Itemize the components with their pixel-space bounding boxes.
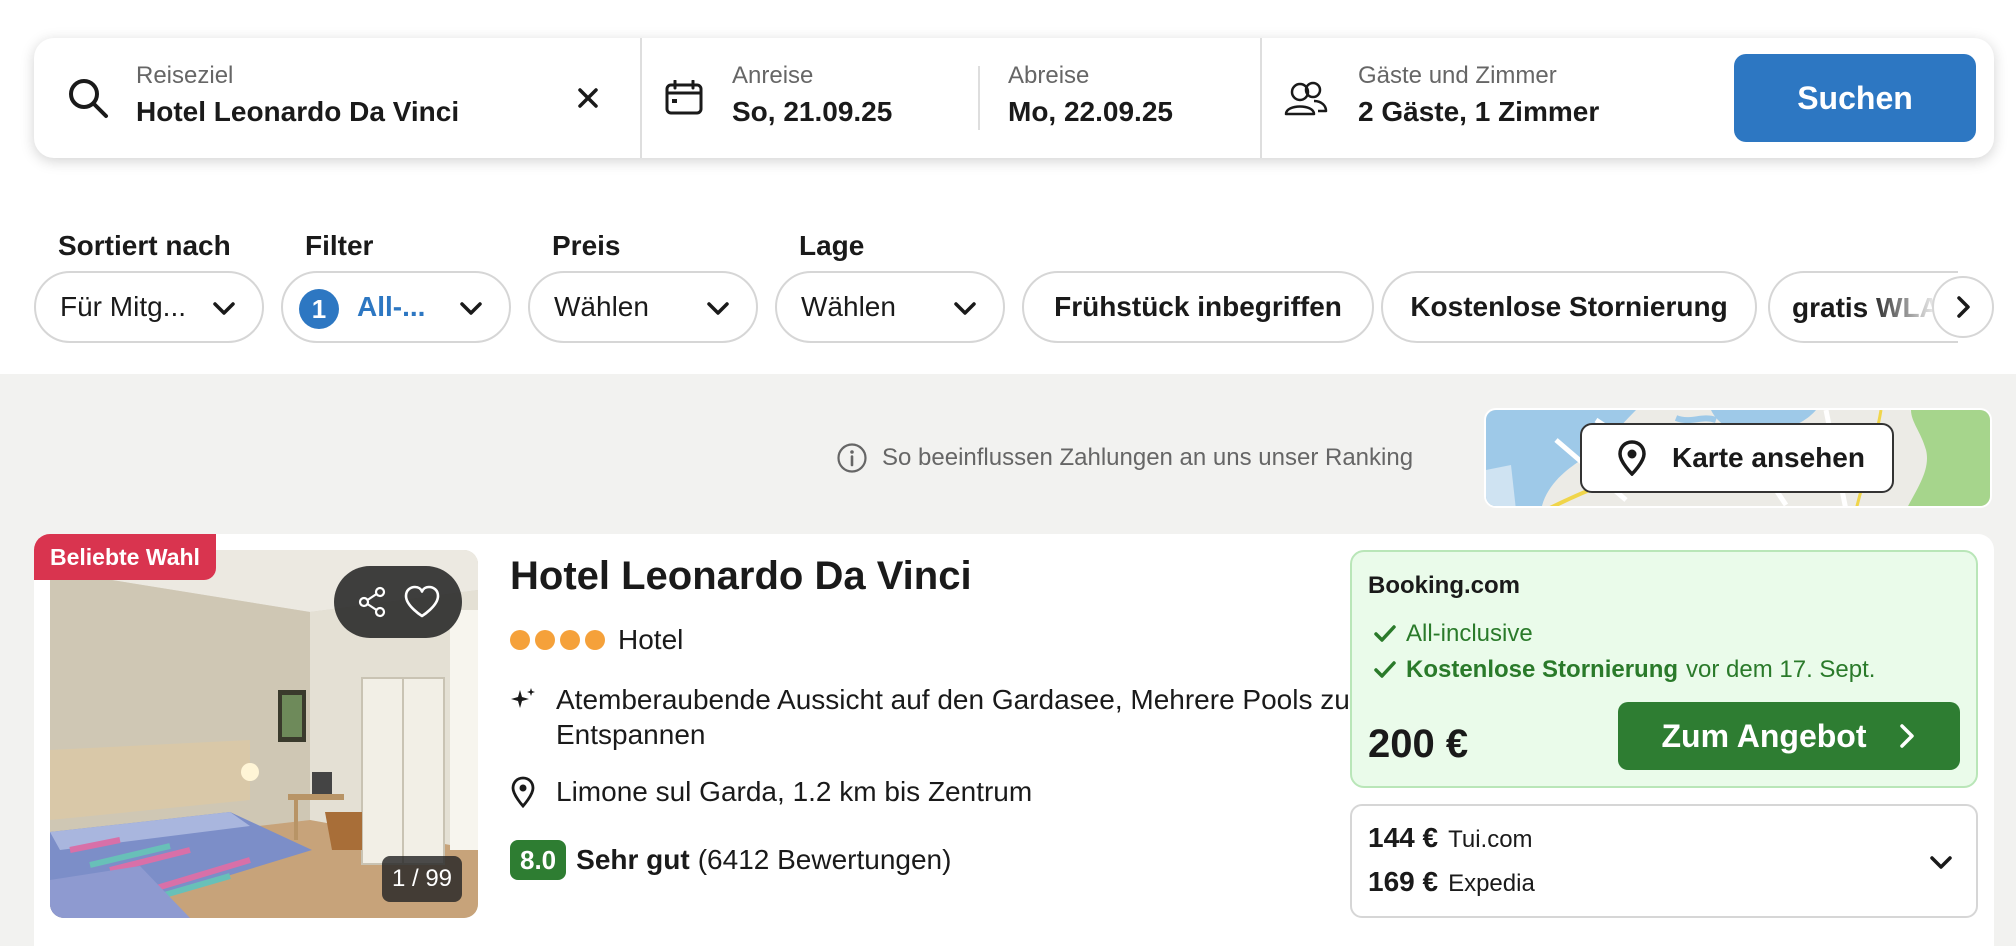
alternative-offer-row: 144 € Tui.com bbox=[1368, 822, 1533, 854]
alternative-price: 169 € bbox=[1368, 866, 1439, 897]
rating-count: (6412 Bewertungen) bbox=[697, 844, 952, 875]
chevron-down-icon bbox=[213, 302, 235, 315]
location-pin-icon bbox=[511, 776, 535, 808]
offer-feature-text: All-inclusive bbox=[1406, 620, 1533, 647]
star-icon bbox=[585, 630, 605, 650]
offer-provider: Booking.com bbox=[1368, 572, 1521, 599]
chevron-down-icon bbox=[707, 302, 729, 315]
calendar-icon bbox=[665, 80, 703, 115]
star-icon bbox=[510, 630, 530, 650]
star-icon bbox=[560, 630, 580, 650]
alternative-offers[interactable]: 144 € Tui.com 169 € Expedia bbox=[1350, 804, 1978, 918]
location-text: Limone sul Garda, 1.2 km bis Zentrum bbox=[556, 776, 1033, 807]
rating-word: Sehr gut bbox=[576, 844, 690, 875]
offer-feature: Kostenlose Stornierung vor dem 17. Sept. bbox=[1374, 656, 1875, 684]
photo-counter: 1 / 99 bbox=[382, 856, 462, 902]
star-rating bbox=[510, 630, 610, 650]
dates-field[interactable]: Anreise So, 21.09.25 Abreise Mo, 22.09.2… bbox=[642, 38, 1296, 158]
filters-next-button[interactable] bbox=[1932, 276, 1994, 338]
sparkle-icon bbox=[511, 688, 535, 708]
hotel-highlight: Atemberaubende Aussicht auf den Gardasee… bbox=[508, 682, 1376, 752]
filter-dropdown[interactable]: 1 All-... bbox=[281, 271, 511, 343]
offer-feature-suffix: vor dem 17. Sept. bbox=[1686, 656, 1876, 683]
hotel-location: Limone sul Garda, 1.2 km bis Zentrum bbox=[508, 776, 1032, 808]
highlight-text: Atemberaubende Aussicht auf den Gardasee… bbox=[556, 684, 1374, 750]
departure-label: Abreise bbox=[1008, 62, 1090, 89]
go-to-offer-button[interactable]: Zum Angebot bbox=[1618, 702, 1960, 770]
arrival-label: Anreise bbox=[732, 62, 814, 89]
alternative-provider: Tui.com bbox=[1448, 826, 1533, 853]
price-label: Preis bbox=[552, 230, 621, 261]
view-map-label: Karte ansehen bbox=[1672, 442, 1865, 473]
offer-price: 200 € bbox=[1368, 722, 1469, 766]
clear-destination-button[interactable] bbox=[568, 78, 608, 118]
hotel-type: Hotel bbox=[618, 624, 684, 655]
alternative-provider: Expedia bbox=[1448, 870, 1535, 897]
map-pin-icon bbox=[1618, 440, 1646, 476]
ranking-info-text: So beeinflussen Zahlungen an uns unser R… bbox=[882, 444, 1414, 471]
filter-chip-wifi[interactable]: gratis WLAN bbox=[1768, 271, 1958, 343]
close-icon bbox=[578, 88, 598, 108]
location-value: Wählen bbox=[801, 291, 896, 322]
ranking-info-link[interactable]: So beeinflussen Zahlungen an uns unser R… bbox=[836, 442, 1413, 474]
guests-icon bbox=[1284, 81, 1328, 116]
departure-value[interactable]: Mo, 22.09.25 bbox=[1008, 96, 1173, 128]
alternative-price: 144 € bbox=[1368, 822, 1439, 853]
alternative-offer-row: 169 € Expedia bbox=[1368, 866, 1535, 898]
sort-label: Sortiert nach bbox=[58, 230, 231, 261]
chevron-down-icon bbox=[460, 302, 482, 315]
destination-field[interactable]: Reiseziel Hotel Leonardo Da Vinci bbox=[34, 38, 640, 158]
info-icon bbox=[837, 443, 867, 473]
divider bbox=[978, 66, 980, 130]
go-to-offer-label: Zum Angebot bbox=[1661, 717, 1867, 754]
chevron-down-icon bbox=[954, 302, 976, 315]
filter-count-badge: 1 bbox=[299, 289, 339, 329]
arrival-value[interactable]: So, 21.09.25 bbox=[732, 96, 892, 128]
star-icon bbox=[535, 630, 555, 650]
destination-value[interactable]: Hotel Leonardo Da Vinci bbox=[136, 96, 459, 128]
location-dropdown[interactable]: Wählen bbox=[775, 271, 1005, 343]
guests-label: Gäste und Zimmer bbox=[1358, 62, 1557, 89]
sort-value: Für Mitg... bbox=[60, 291, 187, 322]
filter-chip-free-cancellation[interactable]: Kostenlose Stornierung bbox=[1381, 271, 1757, 343]
price-dropdown[interactable]: Wählen bbox=[528, 271, 758, 343]
hotel-rating[interactable]: 8.0 Sehr gut (6412 Bewertungen) bbox=[510, 840, 951, 880]
chevron-down-icon bbox=[1930, 856, 1952, 869]
price-value: Wählen bbox=[554, 291, 649, 322]
best-offer[interactable]: Booking.com All-inclusive Kostenlose Sto… bbox=[1350, 550, 1978, 788]
search-button[interactable]: Suchen bbox=[1734, 54, 1976, 142]
offer-feature: All-inclusive bbox=[1374, 620, 1533, 648]
popular-choice-badge: Beliebte Wahl bbox=[34, 534, 216, 580]
destination-label: Reiseziel bbox=[136, 62, 234, 89]
heart-icon[interactable] bbox=[403, 585, 441, 619]
location-label: Lage bbox=[799, 230, 865, 261]
guests-field[interactable]: Gäste und Zimmer 2 Gäste, 1 Zimmer bbox=[1262, 38, 1702, 158]
check-icon bbox=[1374, 661, 1396, 678]
chevron-right-icon bbox=[1957, 296, 1970, 318]
search-bar: Reiseziel Hotel Leonardo Da Vinci Anreis… bbox=[34, 38, 1994, 158]
filter-chip-breakfast[interactable]: Frühstück inbegriffen bbox=[1022, 271, 1374, 343]
sort-dropdown[interactable]: Für Mitg... bbox=[34, 271, 264, 343]
hotel-name[interactable]: Hotel Leonardo Da Vinci bbox=[510, 554, 972, 599]
photo-actions bbox=[334, 566, 462, 638]
rating-score-badge: 8.0 bbox=[510, 840, 567, 880]
offer-feature-text: Kostenlose Stornierung bbox=[1406, 656, 1679, 683]
check-icon bbox=[1374, 625, 1396, 642]
filter-label: Filter bbox=[305, 230, 374, 261]
share-icon[interactable] bbox=[356, 586, 388, 618]
guests-value[interactable]: 2 Gäste, 1 Zimmer bbox=[1358, 96, 1599, 128]
view-map-button[interactable]: Karte ansehen bbox=[1580, 423, 1894, 493]
chevron-right-icon bbox=[1899, 724, 1914, 748]
search-icon bbox=[69, 79, 108, 118]
